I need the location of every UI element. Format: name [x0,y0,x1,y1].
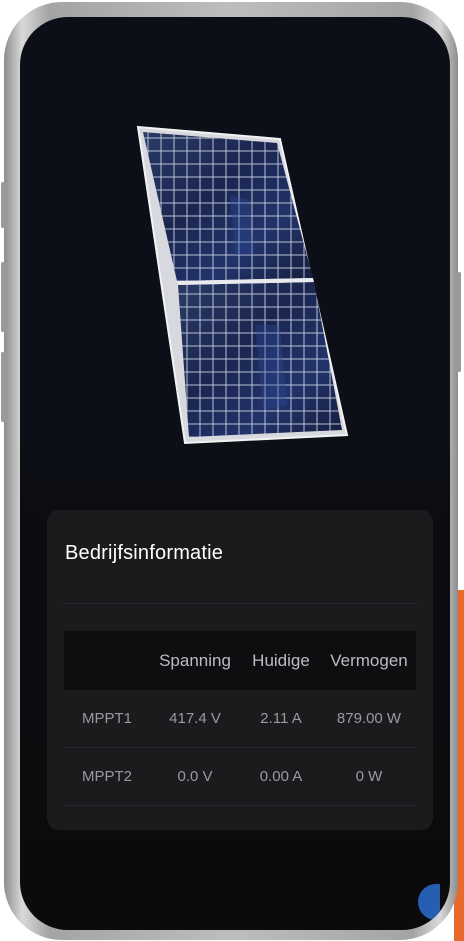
phone-frame: Bedrijfsinformatie Spanning Huidige Verm… [1,2,461,940]
header-vermogen: Vermogen [330,650,408,670]
divider [63,603,417,604]
row-name: MPPT2 [81,768,132,785]
table-row: MPPT2 0.0 V 0.00 A 0 W [64,748,416,806]
row-current: 2.11 A [260,710,302,727]
side-button [1,352,6,422]
power-button [456,272,461,372]
table-header: Spanning Huidige Vermogen [64,631,416,690]
app-screen: Bedrijfsinformatie Spanning Huidige Verm… [20,17,450,930]
row-name: MPPT1 [81,710,132,727]
side-button [1,182,6,228]
row-voltage: 0.0 V [177,768,213,785]
header-huidige: Huidige [252,650,310,670]
business-info-card: Bedrijfsinformatie Spanning Huidige Verm… [47,510,433,830]
solar-panel-image [135,125,350,445]
side-button [1,262,6,332]
header-spanning: Spanning [159,650,231,670]
row-current: 0.00 A [259,768,303,785]
mppt-table: Spanning Huidige Vermogen MPPT1 417.4 V … [64,631,416,806]
row-power: 0 W [355,768,383,785]
card-title: Bedrijfsinformatie [65,542,224,564]
row-voltage: 417.4 V [169,710,221,727]
corner-decoration [418,884,440,920]
table-row: MPPT1 417.4 V 2.11 A 879.00 W [64,690,416,748]
row-power: 879.00 W [336,710,402,727]
